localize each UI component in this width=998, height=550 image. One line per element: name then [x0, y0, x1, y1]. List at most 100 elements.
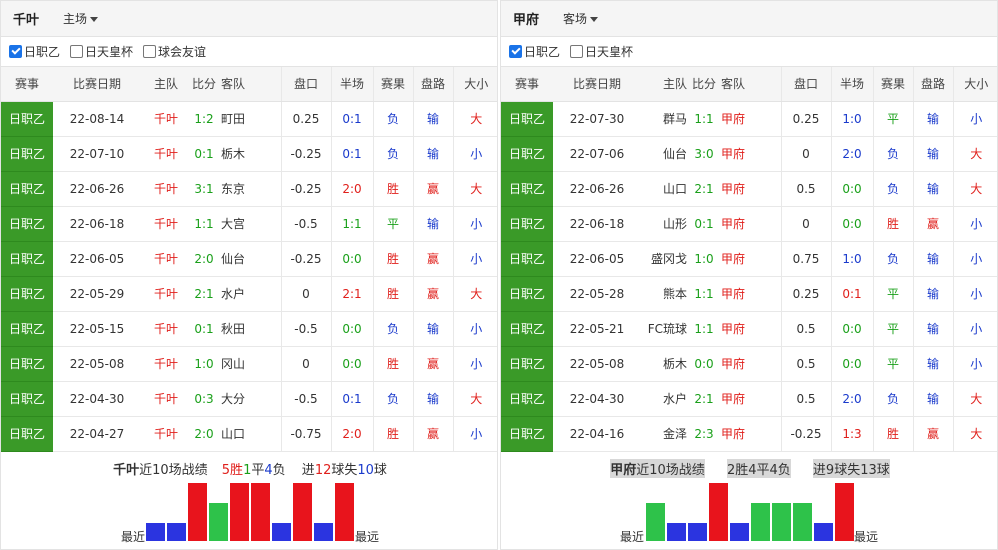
match-home-cell[interactable]: 水户 — [641, 381, 691, 417]
match-away-cell[interactable]: 甲府 — [717, 241, 782, 277]
summary-goals: 进9球失13球 — [812, 459, 890, 478]
match-away-cell[interactable]: 东京 — [217, 171, 282, 207]
table-row[interactable]: 日职乙 22-06-18 山形 0:1 甲府 0 0:0 胜赢小 — [501, 206, 997, 242]
match-league-cell[interactable]: 日职乙 — [1, 241, 53, 277]
match-league-cell[interactable]: 日职乙 — [1, 381, 53, 417]
match-league-cell[interactable]: 日职乙 — [501, 136, 553, 172]
match-league-cell[interactable]: 日职乙 — [1, 136, 53, 172]
table-row[interactable]: 日职乙 22-05-15 千叶 0:1 秋田 -0.5 0:0 负输小 — [1, 311, 497, 347]
match-home-cell[interactable]: 千叶 — [141, 171, 191, 207]
match-league-cell[interactable]: 日职乙 — [501, 206, 553, 242]
match-pan-cell: 输 — [413, 381, 454, 417]
match-away-cell[interactable]: 町田 — [217, 101, 282, 137]
filter-checkbox[interactable]: 日职乙 — [509, 43, 560, 60]
filter-checkbox[interactable]: 球会友谊 — [143, 43, 206, 60]
match-home-cell[interactable]: 山形 — [641, 206, 691, 242]
match-away-cell[interactable]: 冈山 — [217, 346, 282, 382]
table-row[interactable]: 日职乙 22-06-05 盛冈戈 1:0 甲府 0.75 1:0 负输小 — [501, 241, 997, 277]
checkbox-checked-icon — [9, 45, 22, 58]
match-away-cell[interactable]: 甲府 — [717, 346, 782, 382]
match-away-cell[interactable]: 大分 — [217, 381, 282, 417]
match-home-cell[interactable]: 千叶 — [141, 206, 191, 242]
match-home-cell[interactable]: 盛冈戈 — [641, 241, 691, 277]
match-date-cell: 22-06-05 — [53, 241, 141, 277]
match-home-cell[interactable]: 仙台 — [641, 136, 691, 172]
table-row[interactable]: 日职乙 22-05-21 FC琉球 1:1 甲府 0.5 0:0 平输小 — [501, 311, 997, 347]
match-home-cell[interactable]: 千叶 — [141, 416, 191, 452]
match-league-cell[interactable]: 日职乙 — [1, 276, 53, 312]
match-away-cell[interactable]: 甲府 — [717, 381, 782, 417]
match-home-cell[interactable]: 千叶 — [141, 136, 191, 172]
match-away-cell[interactable]: 栃木 — [217, 136, 282, 172]
table-row[interactable]: 日职乙 22-08-14 千叶 1:2 町田 0.25 0:1 负输大 — [1, 101, 497, 137]
match-league-cell[interactable]: 日职乙 — [1, 206, 53, 242]
match-home-cell[interactable]: 千叶 — [141, 101, 191, 137]
match-league-cell[interactable]: 日职乙 — [501, 241, 553, 277]
form-bar — [667, 523, 686, 541]
filter-checkbox[interactable]: 日天皇杯 — [570, 43, 633, 60]
match-away-cell[interactable]: 甲府 — [717, 276, 782, 312]
match-score-cell: 1:0 — [691, 241, 717, 277]
away-table-body: 日职乙 22-07-30 群马 1:1 甲府 0.25 1:0 平输小日职乙 22-07-06 仙… — [501, 101, 997, 452]
match-home-cell[interactable]: 群马 — [641, 101, 691, 137]
table-row[interactable]: 日职乙 22-04-27 千叶 2:0 山口 -0.75 2:0 胜赢小 — [1, 416, 497, 452]
match-home-cell[interactable]: 千叶 — [141, 346, 191, 382]
match-league-cell[interactable]: 日职乙 — [1, 101, 53, 137]
match-away-cell[interactable]: 水户 — [217, 276, 282, 312]
table-row[interactable]: 日职乙 22-07-30 群马 1:1 甲府 0.25 1:0 平输小 — [501, 101, 997, 137]
form-bar — [814, 523, 833, 541]
match-home-cell[interactable]: 金泽 — [641, 416, 691, 452]
match-league-cell[interactable]: 日职乙 — [501, 311, 553, 347]
match-home-cell[interactable]: FC琉球 — [641, 311, 691, 347]
match-ou-cell: 小 — [453, 206, 497, 242]
match-away-cell[interactable]: 山口 — [217, 416, 282, 452]
match-league-cell[interactable]: 日职乙 — [501, 276, 553, 312]
table-row[interactable]: 日职乙 22-05-08 千叶 1:0 冈山 0 0:0 胜赢小 — [1, 346, 497, 382]
table-row[interactable]: 日职乙 22-05-29 千叶 2:1 水户 0 2:1 胜赢大 — [1, 276, 497, 312]
match-home-cell[interactable]: 千叶 — [141, 241, 191, 277]
match-away-cell[interactable]: 甲府 — [717, 206, 782, 242]
filter-checkbox[interactable]: 日天皇杯 — [70, 43, 133, 60]
form-bar — [646, 503, 665, 541]
match-away-cell[interactable]: 甲府 — [717, 136, 782, 172]
match-away-cell[interactable]: 秋田 — [217, 311, 282, 347]
table-row[interactable]: 日职乙 22-06-18 千叶 1:1 大宫 -0.5 1:1 平输小 — [1, 206, 497, 242]
match-league-cell[interactable]: 日职乙 — [1, 416, 53, 452]
table-row[interactable]: 日职乙 22-07-06 仙台 3:0 甲府 0 2:0 负输大 — [501, 136, 997, 172]
match-league-cell[interactable]: 日职乙 — [501, 101, 553, 137]
match-home-cell[interactable]: 千叶 — [141, 381, 191, 417]
match-home-cell[interactable]: 千叶 — [141, 311, 191, 347]
match-league-cell[interactable]: 日职乙 — [1, 311, 53, 347]
filter-checkbox[interactable]: 日职乙 — [9, 43, 60, 60]
col-header-home: 主队 — [641, 67, 691, 102]
match-away-cell[interactable]: 甲府 — [717, 416, 782, 452]
table-row[interactable]: 日职乙 22-06-05 千叶 2:0 仙台 -0.25 0:0 胜赢小 — [1, 241, 497, 277]
match-home-cell[interactable]: 栃木 — [641, 346, 691, 382]
match-home-cell[interactable]: 山口 — [641, 171, 691, 207]
match-away-cell[interactable]: 甲府 — [717, 171, 782, 207]
match-score-cell: 1:1 — [191, 206, 217, 242]
match-away-cell[interactable]: 大宫 — [217, 206, 282, 242]
match-home-cell[interactable]: 千叶 — [141, 276, 191, 312]
match-league-cell[interactable]: 日职乙 — [501, 346, 553, 382]
match-away-cell[interactable]: 甲府 — [717, 311, 782, 347]
match-league-cell[interactable]: 日职乙 — [1, 346, 53, 382]
table-row[interactable]: 日职乙 22-04-30 水户 2:1 甲府 0.5 2:0 负输大 — [501, 381, 997, 417]
match-league-cell[interactable]: 日职乙 — [501, 381, 553, 417]
match-league-cell[interactable]: 日职乙 — [501, 416, 553, 452]
table-row[interactable]: 日职乙 22-05-28 熊本 1:1 甲府 0.25 0:1 平输小 — [501, 276, 997, 312]
table-row[interactable]: 日职乙 22-07-10 千叶 0:1 栃木 -0.25 0:1 负输小 — [1, 136, 497, 172]
match-home-cell[interactable]: 熊本 — [641, 276, 691, 312]
table-row[interactable]: 日职乙 22-04-16 金泽 2:3 甲府 -0.25 1:3 胜赢大 — [501, 416, 997, 452]
away-venue-dropdown[interactable]: 客场 — [563, 10, 599, 27]
match-away-cell[interactable]: 甲府 — [717, 101, 782, 137]
home-venue-dropdown[interactable]: 主场 — [63, 10, 99, 27]
chart-recent-label: 最近 — [121, 530, 146, 544]
table-row[interactable]: 日职乙 22-06-26 千叶 3:1 东京 -0.25 2:0 胜赢大 — [1, 171, 497, 207]
match-away-cell[interactable]: 仙台 — [217, 241, 282, 277]
match-league-cell[interactable]: 日职乙 — [501, 171, 553, 207]
match-league-cell[interactable]: 日职乙 — [1, 171, 53, 207]
table-row[interactable]: 日职乙 22-06-26 山口 2:1 甲府 0.5 0:0 负输大 — [501, 171, 997, 207]
table-row[interactable]: 日职乙 22-05-08 栃木 0:0 甲府 0.5 0:0 平输小 — [501, 346, 997, 382]
table-row[interactable]: 日职乙 22-04-30 千叶 0:3 大分 -0.5 0:1 负输大 — [1, 381, 497, 417]
